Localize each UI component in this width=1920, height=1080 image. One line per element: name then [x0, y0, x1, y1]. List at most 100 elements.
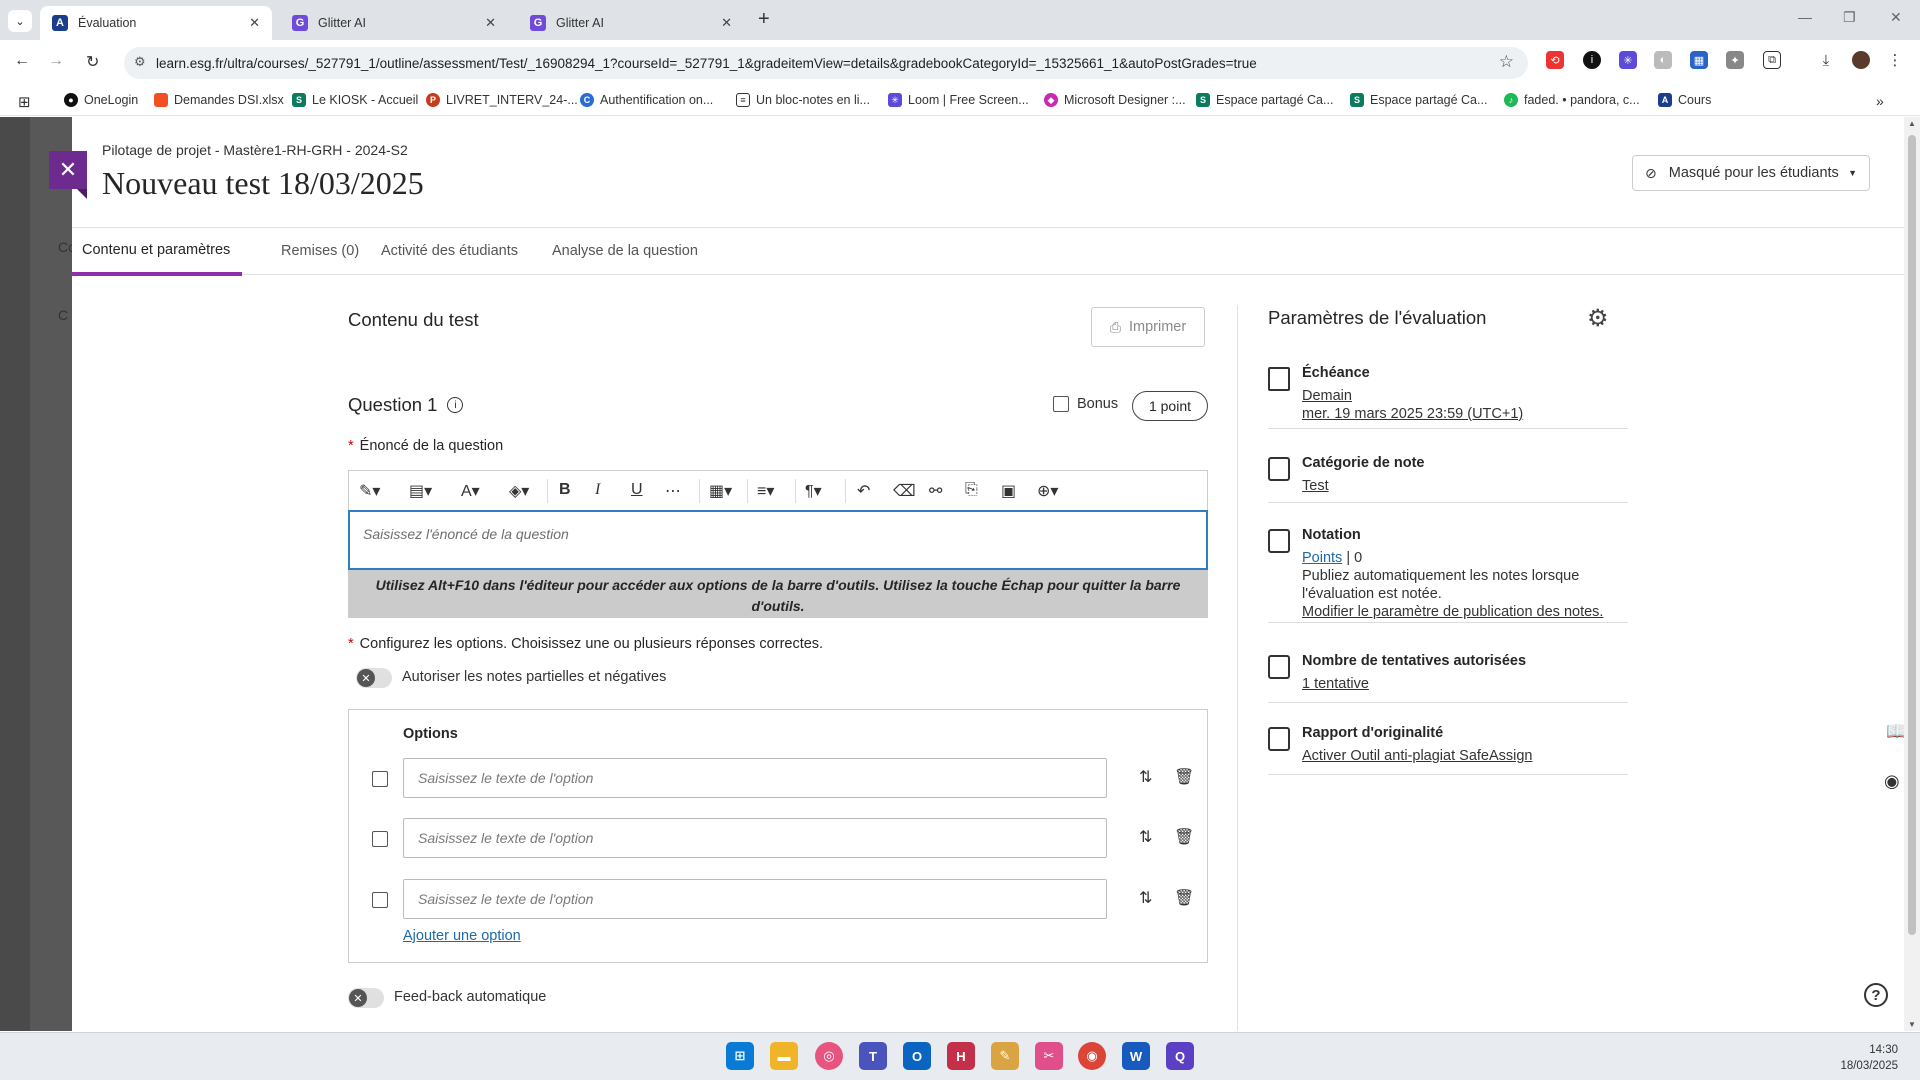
underline-icon[interactable]: U [631, 481, 643, 499]
info-icon[interactable]: i [447, 397, 464, 413]
due-date-value-link[interactable]: mer. 19 mars 2025 23:59 (UTC+1) [1302, 405, 1523, 423]
link-icon[interactable]: ⚯ [929, 481, 942, 501]
chrome-icon[interactable]: ◉ [1078, 1042, 1106, 1070]
photos-icon[interactable]: ◎ [815, 1042, 843, 1070]
bookmark-item[interactable]: A Cours [1658, 93, 1711, 107]
option-text-input[interactable]: Saisissez le texte de l'option [403, 879, 1107, 919]
site-info-icon[interactable]: ⚙ [134, 54, 146, 70]
bookmark-item[interactable]: ≡ Un bloc-notes en li... [736, 93, 870, 107]
tab-content-settings[interactable]: Contenu et paramètres [72, 228, 243, 276]
reload-icon[interactable]: ↻ [86, 52, 99, 72]
browser-tab-glitter-2[interactable]: G Glitter AI ✕ [518, 6, 744, 40]
paragraph-format-icon[interactable]: ▤▾ [409, 481, 432, 501]
system-clock[interactable]: 14:30 18/03/2025 [1840, 1042, 1898, 1074]
bookmark-item[interactable]: S Espace partagé Ca... [1196, 93, 1333, 107]
paragraph-icon[interactable]: ¶▾ [805, 481, 822, 501]
extension-icon[interactable]: ✦ [1726, 51, 1744, 69]
safeassign-link[interactable]: Activer Outil anti-plagiat SafeAssign [1302, 747, 1533, 765]
snipping-tool-icon[interactable]: ✂ [1035, 1042, 1063, 1070]
tab-close-icon[interactable]: ✕ [721, 15, 732, 31]
extension-icon[interactable]: ⟲ [1546, 51, 1564, 69]
reorder-arrows-icon[interactable]: ⇅ [1139, 888, 1152, 908]
attachment-icon[interactable]: ⎘ [965, 481, 978, 499]
browser-menu-icon[interactable]: ⋮ [1886, 51, 1904, 69]
bookmark-item[interactable]: ◆ Microsoft Designer :... [1044, 93, 1186, 107]
bold-icon[interactable]: B [559, 481, 571, 499]
table-icon[interactable]: ▦▾ [709, 481, 732, 501]
correct-answer-checkbox[interactable] [372, 771, 388, 787]
due-date-link[interactable]: Demain [1302, 387, 1352, 405]
profile-avatar[interactable] [1852, 51, 1870, 69]
browser-tab-evaluation[interactable]: A Évaluation ✕ [40, 6, 272, 40]
font-size-icon[interactable]: A▾ [461, 481, 480, 501]
tab-close-icon[interactable]: ✕ [249, 15, 260, 31]
image-icon[interactable]: ▣ [1001, 481, 1016, 501]
page-scrollbar[interactable]: ▲ ▼ [1904, 117, 1920, 1031]
highlight-color-icon[interactable]: ◈▾ [509, 481, 529, 501]
auto-feedback-toggle[interactable]: ✕ [348, 988, 384, 1008]
align-icon[interactable]: ≡▾ [757, 481, 774, 501]
reorder-arrows-icon[interactable]: ⇅ [1139, 827, 1152, 847]
windows-start-icon[interactable]: ⊞ [726, 1042, 754, 1070]
reorder-arrows-icon[interactable]: ⇅ [1139, 767, 1152, 787]
tab-question-analysis[interactable]: Analyse de la question [552, 228, 698, 274]
restore-icon[interactable]: ❐ [1843, 9, 1856, 26]
bookmark-item[interactable]: P LIVRET_INTERV_24-... [426, 93, 578, 107]
teams-icon[interactable]: T [859, 1042, 887, 1070]
scroll-thumb[interactable] [1908, 135, 1916, 935]
bookmark-item[interactable]: Demandes DSI.xlsx [154, 93, 284, 107]
text-style-icon[interactable]: ✎▾ [359, 481, 380, 501]
bookmark-item[interactable]: ● OneLogin [64, 93, 138, 107]
forward-arrow-icon[interactable]: → [48, 52, 64, 70]
back-arrow-icon[interactable]: ← [14, 52, 30, 70]
window-close-icon[interactable]: ✕ [1890, 9, 1902, 26]
download-icon[interactable]: ⤓ [1817, 51, 1835, 69]
h-app-icon[interactable]: H [947, 1042, 975, 1070]
browser-tab-glitter-1[interactable]: G Glitter AI ✕ [280, 6, 508, 40]
tab-search-chevron-icon[interactable]: ⌄ [8, 10, 32, 32]
trash-icon[interactable]: 🗑 [1174, 827, 1194, 847]
points-link[interactable]: Points [1302, 550, 1342, 566]
bookmark-star-icon[interactable]: ☆ [1499, 52, 1514, 72]
checkbox[interactable] [1053, 396, 1069, 412]
grade-category-link[interactable]: Test [1302, 477, 1329, 495]
scroll-up-arrow-icon[interactable]: ▲ [1908, 119, 1916, 128]
grade-posting-link[interactable]: Modifier le paramètre de publication des… [1302, 603, 1603, 621]
bonus-checkbox[interactable]: Bonus [1053, 396, 1118, 412]
app-icon[interactable]: ✎ [991, 1042, 1019, 1070]
gear-icon[interactable]: ⚙ [1587, 304, 1609, 333]
visibility-dropdown[interactable]: ⊘ Masqué pour les étudiants ▼ [1632, 155, 1870, 191]
more-options-icon[interactable]: ⋯ [665, 481, 681, 501]
italic-icon[interactable]: I [595, 481, 600, 499]
tab-submissions[interactable]: Remises (0) [281, 228, 359, 274]
trash-icon[interactable]: 🗑 [1174, 888, 1194, 908]
undo-icon[interactable]: ↶ [857, 481, 870, 501]
minimize-icon[interactable]: — [1798, 9, 1812, 25]
apps-grid-icon[interactable]: ⊞ [18, 93, 31, 111]
extension-icon[interactable]: i [1583, 51, 1601, 69]
more-bookmarks-chevron-icon[interactable]: » [1876, 93, 1884, 109]
tab-student-activity[interactable]: Activité des étudiants [381, 228, 518, 274]
bookmark-item[interactable]: ✳ Loom | Free Screen... [888, 93, 1029, 107]
correct-answer-checkbox[interactable] [372, 831, 388, 847]
app-icon[interactable]: Q [1166, 1042, 1194, 1070]
scroll-down-arrow-icon[interactable]: ▼ [1908, 1020, 1916, 1029]
extension-icon[interactable]: ✳ [1619, 51, 1637, 69]
question-prompt-editor[interactable]: Saisissez l'énoncé de la question [348, 510, 1208, 570]
eraser-icon[interactable]: ⌫ [893, 481, 916, 501]
close-panel-button[interactable]: ✕ [49, 151, 87, 199]
partial-grades-toggle[interactable]: ✕ [356, 668, 392, 688]
print-button[interactable]: ⎙ Imprimer [1091, 307, 1205, 347]
bookmark-item[interactable]: S Le KIOSK - Accueil [292, 93, 418, 107]
outlook-icon[interactable]: O [903, 1042, 931, 1070]
address-bar[interactable]: ⚙ learn.esg.fr/ultra/courses/_527791_1/o… [124, 47, 1528, 79]
bookmark-item[interactable]: ♪ faded. • pandora, c... [1504, 93, 1640, 107]
word-icon[interactable]: W [1122, 1042, 1150, 1070]
correct-answer-checkbox[interactable] [372, 892, 388, 908]
extension-icon[interactable]: ◐ [1654, 51, 1672, 69]
add-option-link[interactable]: Ajouter une option [403, 928, 521, 944]
file-explorer-icon[interactable]: ▬ [770, 1042, 798, 1070]
new-tab-plus-icon[interactable]: + [758, 8, 770, 31]
extension-icon[interactable]: ▦ [1690, 51, 1708, 69]
bookmark-item[interactable]: C Authentification on... [580, 93, 713, 107]
